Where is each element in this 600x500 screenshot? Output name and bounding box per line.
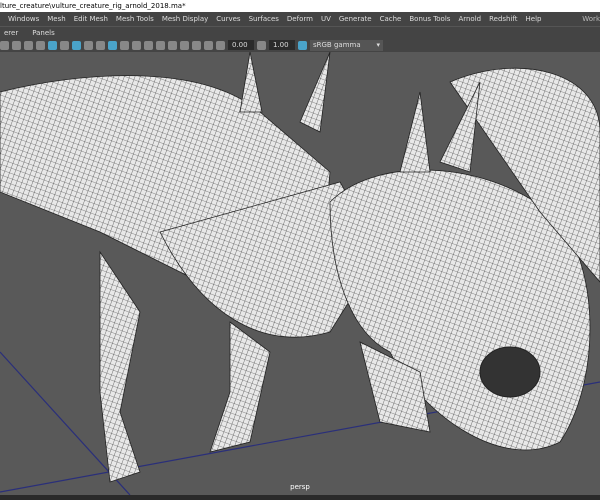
depth-of-field-icon[interactable] [156, 40, 165, 50]
viewport-toolbar: 0.00 1.00 sRGB gamma ▾ [0, 38, 600, 52]
wireframe-icon[interactable] [36, 40, 45, 50]
window-title: lture_creature\vulture_creature_rig_arno… [0, 0, 600, 12]
wireframe-on-shaded-icon[interactable] [72, 40, 81, 50]
menu-uv[interactable]: UV [321, 15, 331, 23]
chevron-down-icon: ▾ [376, 40, 380, 49]
menu-renderer[interactable]: erer [4, 29, 18, 37]
antialias-icon[interactable] [144, 40, 153, 50]
main-menu-bar: Windows Mesh Edit Mesh Mesh Tools Mesh D… [0, 12, 600, 27]
gamma-field[interactable]: 1.00 [269, 40, 295, 50]
menu-redshift[interactable]: Redshift [489, 15, 517, 23]
menu-help[interactable]: Help [526, 15, 542, 23]
bottom-bar [0, 495, 600, 500]
3d-viewport[interactable]: persp [0, 52, 600, 495]
menu-mesh-display[interactable]: Mesh Display [162, 15, 208, 23]
smooth-shade-icon[interactable] [48, 40, 57, 50]
menu-edit-mesh[interactable]: Edit Mesh [74, 15, 108, 23]
menu-windows[interactable]: Windows [8, 15, 39, 23]
color-space-dropdown[interactable]: sRGB gamma ▾ [310, 39, 383, 51]
shadows-icon[interactable] [108, 40, 117, 50]
isolate-select-icon[interactable] [168, 40, 177, 50]
field-chart-icon[interactable] [204, 40, 213, 50]
image-plane-icon[interactable] [12, 40, 21, 50]
menu-panels[interactable]: Panels [32, 29, 55, 37]
menu-generate[interactable]: Generate [339, 15, 372, 23]
xray-icon[interactable] [84, 40, 93, 50]
menu-curves[interactable]: Curves [216, 15, 240, 23]
panel-menu-bar: erer Panels [0, 27, 600, 38]
menu-mesh[interactable]: Mesh [47, 15, 65, 23]
gamma-icon[interactable] [257, 40, 266, 50]
menu-cache[interactable]: Cache [380, 15, 402, 23]
lights-icon[interactable] [96, 40, 105, 50]
menu-deform[interactable]: Deform [287, 15, 313, 23]
color-management-icon[interactable] [298, 40, 307, 50]
resolution-gate-icon[interactable] [180, 40, 189, 50]
menu-arnold[interactable]: Arnold [458, 15, 481, 23]
creature-mouth [479, 346, 541, 398]
menu-bonus-tools[interactable]: Bonus Tools [409, 15, 450, 23]
exposure-field[interactable]: 0.00 [228, 40, 254, 50]
motion-blur-icon[interactable] [132, 40, 141, 50]
menu-mesh-tools[interactable]: Mesh Tools [116, 15, 154, 23]
textured-icon[interactable] [60, 40, 69, 50]
color-space-value: sRGB gamma [313, 40, 361, 49]
camera-label: persp [290, 483, 310, 491]
gate-mask-icon[interactable] [192, 40, 201, 50]
workspace-label[interactable]: Work [582, 15, 600, 23]
creature-wireframe-model [0, 52, 600, 495]
text-icon[interactable] [24, 40, 33, 50]
exposure-icon[interactable] [216, 40, 225, 50]
view-icon[interactable] [0, 40, 9, 50]
ambient-occlusion-icon[interactable] [120, 40, 129, 50]
menu-surfaces[interactable]: Surfaces [249, 15, 279, 23]
